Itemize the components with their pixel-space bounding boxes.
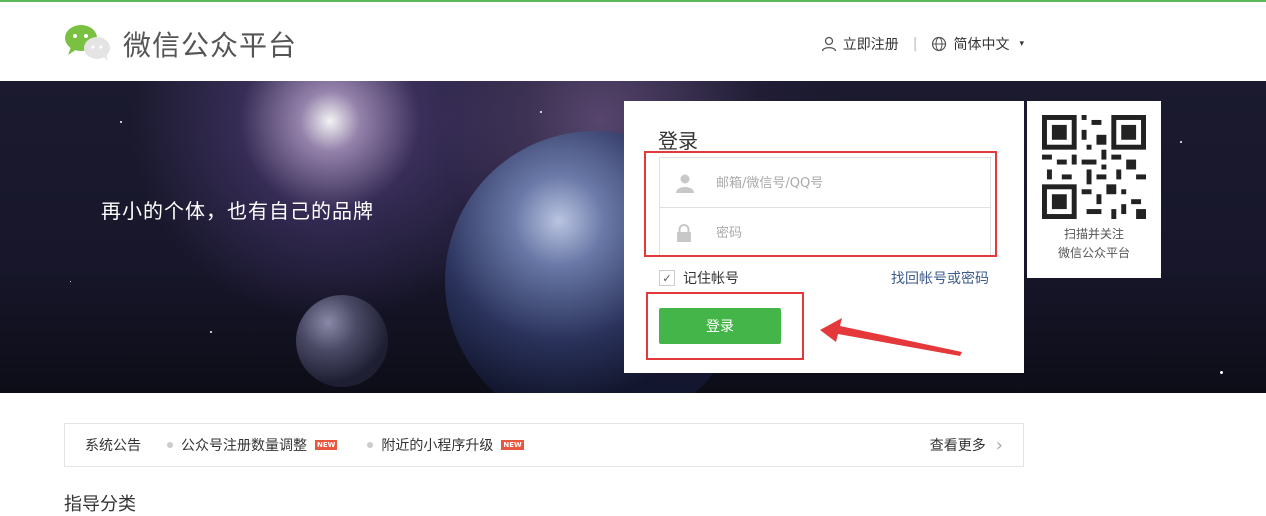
system-notice-bar: 系统公告 公众号注册数量调整 NEW 附近的小程序升级 NEW 查看更多 › — [64, 423, 1024, 467]
qr-caption-line2: 微信公众平台 — [1057, 246, 1130, 260]
notice-item[interactable]: 公众号注册数量调整 NEW — [167, 435, 338, 455]
header-actions: 立即注册 | 简体中文 ▾ — [821, 34, 1024, 54]
view-more-label: 查看更多 — [929, 438, 986, 454]
section-heading-partial: 指导分类 — [64, 494, 136, 515]
globe-icon — [932, 36, 947, 52]
star — [120, 121, 122, 123]
notice-title: 系统公告 — [85, 438, 141, 454]
user-icon — [821, 36, 836, 52]
language-selector[interactable]: 简体中文 ▾ — [931, 34, 1024, 54]
moon-image — [296, 295, 388, 387]
annotation-highlight-button — [646, 292, 804, 360]
qr-code-icon — [1042, 115, 1146, 219]
notice-item[interactable]: 附近的小程序升级 NEW — [367, 435, 524, 455]
hero-slogan: 再小的个体，也有自己的品牌 — [101, 199, 374, 223]
star — [210, 331, 212, 333]
wechat-logo-icon — [65, 25, 110, 61]
qr-panel: 扫描并关注 微信公众平台 — [1027, 101, 1161, 278]
new-badge: NEW — [501, 440, 524, 450]
annotation-highlight-fields — [644, 151, 997, 257]
remember-label: 记住帐号 — [683, 271, 739, 287]
notice-item-text: 附近的小程序升级 — [381, 438, 494, 454]
brand-title[interactable]: 微信公众平台 — [123, 24, 297, 64]
star — [540, 111, 542, 113]
star — [70, 281, 71, 282]
notice-item-text: 公众号注册数量调整 — [181, 438, 307, 454]
star — [1220, 371, 1223, 374]
new-badge: NEW — [315, 440, 338, 450]
annotation-arrow-icon — [820, 318, 962, 356]
qr-caption-line1: 扫描并关注 — [1063, 227, 1124, 241]
forgot-password-link[interactable]: 找回帐号或密码 — [891, 268, 989, 288]
remember-checkbox[interactable]: ✓ — [659, 270, 675, 286]
chevron-down-icon: ▾ — [1019, 39, 1024, 49]
register-link[interactable]: 立即注册 — [821, 34, 899, 54]
remember-account[interactable]: ✓ 记住帐号 — [659, 268, 739, 288]
language-label: 简体中文 — [953, 37, 1010, 53]
login-title: 登录 — [658, 129, 698, 153]
hero-banner: 再小的个体，也有自己的品牌 登录 ✓ 记住帐号 — [0, 81, 1266, 393]
header: 微信公众平台 立即注册 | 简体中文 ▾ — [0, 2, 1266, 81]
header-separator: | — [912, 36, 918, 52]
bullet-icon — [367, 442, 374, 448]
qr-caption: 扫描并关注 微信公众平台 — [1027, 225, 1161, 263]
view-more-link[interactable]: 查看更多 › — [930, 435, 1003, 456]
star — [1180, 141, 1182, 143]
chevron-right-icon: › — [995, 434, 1003, 456]
register-label: 立即注册 — [842, 37, 899, 53]
bullet-icon — [167, 442, 173, 448]
